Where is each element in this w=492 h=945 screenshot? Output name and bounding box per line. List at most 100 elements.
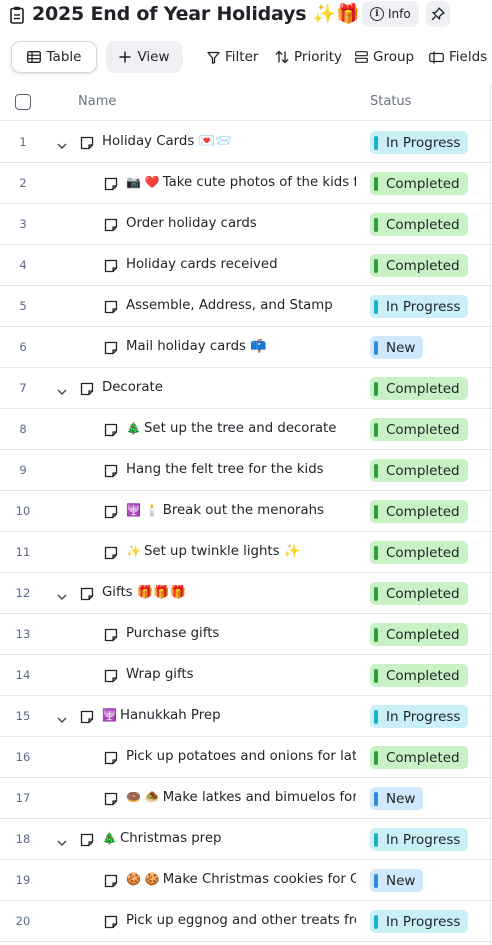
status-badge[interactable]: New	[370, 869, 424, 892]
row-title[interactable]: Decorate	[102, 380, 358, 395]
status-label: Completed	[386, 257, 460, 274]
chevron-down-icon[interactable]	[56, 587, 68, 600]
table-row[interactable]: 5 Assemble, Address, and Stamp In Progress	[0, 286, 492, 327]
status-badge[interactable]: Completed	[370, 541, 468, 564]
note-icon	[104, 217, 118, 232]
row-title[interactable]: 🎄 Set up the tree and decorate	[126, 421, 356, 436]
status-badge[interactable]: Completed	[370, 746, 468, 769]
status-badge[interactable]: In Progress	[370, 131, 469, 154]
table-row[interactable]: 9 Hang the felt tree for the kids Complete…	[0, 450, 492, 491]
info-button[interactable]: i Info	[362, 1, 419, 27]
row-title[interactable]: 📷 ❤️ Take cute photos of the kids fo	[126, 175, 356, 190]
status-badge[interactable]: In Progress	[370, 295, 469, 318]
status-badge[interactable]: In Progress	[370, 910, 469, 933]
priority-sort-button[interactable]: Priority	[275, 41, 342, 73]
row-title[interactable]: Purchase gifts	[126, 626, 356, 641]
status-label: Completed	[386, 626, 460, 643]
status-label: New	[386, 790, 416, 807]
row-title[interactable]: Wrap gifts	[126, 667, 356, 682]
status-color-bar	[374, 217, 378, 232]
status-badge[interactable]: Completed	[370, 377, 468, 400]
note-icon	[104, 422, 118, 437]
status-badge[interactable]: Completed	[370, 213, 468, 236]
status-badge[interactable]: In Progress	[370, 828, 469, 851]
row-title[interactable]: Holiday Cards 💌📨	[102, 134, 358, 149]
table-row[interactable]: 1 Holiday Cards 💌📨 In Progress	[0, 122, 492, 163]
pin-button[interactable]	[426, 1, 450, 27]
table-row[interactable]: 7 Decorate Completed	[0, 368, 492, 409]
column-header-name[interactable]: Name	[78, 94, 116, 109]
row-title[interactable]: ✨ Set up twinkle lights ✨	[126, 544, 356, 559]
table-row[interactable]: 12 Gifts 🎁🎁🎁 Completed	[0, 573, 492, 614]
row-title[interactable]: Assemble, Address, and Stamp	[126, 298, 356, 313]
table-row[interactable]: 17 🍩 🧆 Make latkes and bimuelos for r New	[0, 778, 492, 819]
table-row[interactable]: 2 📷 ❤️ Take cute photos of the kids fo Comp…	[0, 163, 492, 204]
table-row[interactable]: 6 Mail holiday cards 📫 New	[0, 327, 492, 368]
status-badge[interactable]: Completed	[370, 582, 468, 605]
note-icon	[104, 914, 118, 929]
row-number: 3	[19, 217, 27, 231]
status-color-bar	[374, 832, 378, 847]
table-view-button[interactable]: Table	[11, 41, 97, 73]
table-row[interactable]: 13 Purchase gifts Completed	[0, 614, 492, 655]
table-row[interactable]: 20 Pick up eggnog and other treats from In…	[0, 901, 492, 942]
add-view-button[interactable]: View	[106, 41, 183, 73]
status-badge[interactable]: New	[370, 336, 424, 359]
select-all-checkbox[interactable]	[15, 94, 31, 110]
table-row[interactable]: 4 Holiday cards received Completed	[0, 245, 492, 286]
toolbar: Table View Filter Priority Group Fields	[0, 40, 492, 74]
status-badge[interactable]: Completed	[370, 172, 468, 195]
row-title[interactable]: 🍪 🍪 Make Christmas cookies for Ch	[126, 872, 356, 887]
filter-label: Filter	[225, 49, 259, 65]
chevron-down-icon[interactable]	[56, 136, 68, 149]
fields-button[interactable]: Fields	[429, 41, 487, 73]
status-badge[interactable]: New	[370, 787, 424, 810]
row-title[interactable]: Pick up potatoes and onions for latke	[126, 749, 356, 764]
group-icon	[355, 51, 368, 63]
status-badge[interactable]: Completed	[370, 254, 468, 277]
row-title[interactable]: 🍩 🧆 Make latkes and bimuelos for r	[126, 790, 356, 805]
row-title[interactable]: 🕎 Hanukkah Prep	[102, 708, 358, 723]
row-title[interactable]: Hang the felt tree for the kids	[126, 462, 356, 477]
row-number: 11	[15, 545, 31, 559]
table-header: Name Status	[0, 84, 492, 121]
table-body: 1 Holiday Cards 💌📨 In Progress 2 📷 ❤️ Take cu…	[0, 122, 492, 942]
status-badge[interactable]: Completed	[370, 664, 468, 687]
row-title[interactable]: Order holiday cards	[126, 216, 356, 231]
group-button[interactable]: Group	[355, 41, 414, 73]
row-title[interactable]: 🎄 Christmas prep	[102, 831, 358, 846]
row-title-text: Christmas prep	[119, 831, 222, 846]
row-title[interactable]: Pick up eggnog and other treats from	[126, 913, 356, 928]
row-emoji: 🕎 🕯️	[126, 503, 160, 517]
row-title[interactable]: 🕎 🕯️ Break out the menorahs	[126, 503, 356, 518]
row-title[interactable]: Gifts 🎁🎁🎁	[102, 585, 358, 600]
filter-icon	[207, 51, 220, 64]
note-icon	[104, 545, 118, 560]
row-title[interactable]: Holiday cards received	[126, 257, 356, 272]
table-row[interactable]: 3 Order holiday cards Completed	[0, 204, 492, 245]
row-title[interactable]: Mail holiday cards 📫	[126, 339, 356, 354]
filter-button[interactable]: Filter	[207, 41, 258, 73]
chevron-down-icon[interactable]	[56, 382, 68, 395]
row-emoji: 🍩 🧆	[126, 790, 160, 804]
table-row[interactable]: 16 Pick up potatoes and onions for latke C…	[0, 737, 492, 778]
status-badge[interactable]: Completed	[370, 418, 468, 441]
chevron-down-icon[interactable]	[56, 833, 68, 846]
table-row[interactable]: 19 🍪 🍪 Make Christmas cookies for Ch New	[0, 860, 492, 901]
table-row[interactable]: 11 ✨ Set up twinkle lights ✨ Completed	[0, 532, 492, 573]
status-badge[interactable]: Completed	[370, 623, 468, 646]
table-row[interactable]: 10 🕎 🕯️ Break out the menorahs Completed	[0, 491, 492, 532]
status-color-bar	[374, 504, 378, 519]
status-badge[interactable]: In Progress	[370, 705, 469, 728]
table-row[interactable]: 18 🎄 Christmas prep In Progress	[0, 819, 492, 860]
chevron-down-icon[interactable]	[56, 710, 68, 723]
status-label: In Progress	[386, 831, 461, 848]
status-badge[interactable]: Completed	[370, 500, 468, 523]
status-color-bar	[374, 422, 378, 437]
status-badge[interactable]: Completed	[370, 459, 468, 482]
table-row[interactable]: 8 🎄 Set up the tree and decorate Completed	[0, 409, 492, 450]
table-row[interactable]: 15 🕎 Hanukkah Prep In Progress	[0, 696, 492, 737]
table-row[interactable]: 14 Wrap gifts Completed	[0, 655, 492, 696]
column-header-status[interactable]: Status	[370, 94, 411, 109]
note-icon	[80, 586, 94, 601]
